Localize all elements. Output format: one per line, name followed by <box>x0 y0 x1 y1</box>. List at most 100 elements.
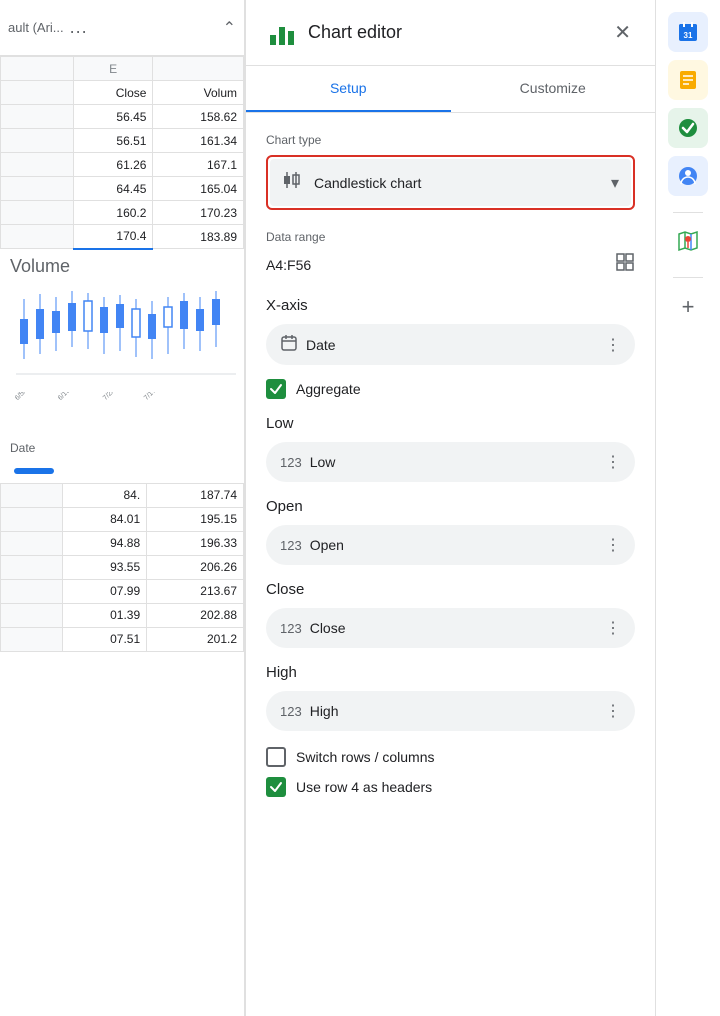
x-axis-field-label: Date <box>306 337 605 353</box>
sheet-title: ault (Ari... <box>8 20 64 35</box>
spreadsheet-table: E Close Volum 56.45 158.62 56.51 161.34 <box>0 56 244 250</box>
editor-content: Chart type Candlestick chart ▾ Data rang… <box>246 113 655 823</box>
low-prefix-icon: 123 <box>280 455 302 470</box>
low-more-icon[interactable]: ⋮ <box>605 452 621 472</box>
bottom-table: 84. 187.74 84.01 195.15 94.88 196.33 93.… <box>0 483 244 652</box>
cell-b5: 07.99 <box>63 579 147 603</box>
row-number <box>1 129 74 153</box>
tab-setup[interactable]: Setup <box>246 66 451 112</box>
cell-c7: 201.2 <box>147 627 244 651</box>
use-row4-row[interactable]: Use row 4 as headers <box>266 777 635 797</box>
use-row4-label: Use row 4 as headers <box>296 779 432 795</box>
header-close: Close <box>73 81 153 105</box>
chart-type-value: Candlestick chart <box>314 175 611 191</box>
table-row: 56.51 161.34 <box>1 129 244 153</box>
table-row: 84. 187.74 <box>1 483 244 507</box>
date-row: Date <box>6 437 238 459</box>
cell-close-2: 56.51 <box>73 129 153 153</box>
high-more-icon[interactable]: ⋮ <box>605 701 621 721</box>
cell-c5: 213.67 <box>147 579 244 603</box>
high-prefix-icon: 123 <box>280 704 302 719</box>
row-number <box>1 483 63 507</box>
low-field-row: 123 Low ⋮ <box>266 442 635 482</box>
row-number <box>1 603 63 627</box>
cell-vol-2: 161.34 <box>153 129 244 153</box>
more-options-icon[interactable]: ... <box>70 17 88 38</box>
open-header: Open <box>266 498 635 515</box>
table-row: Close Volum <box>1 81 244 105</box>
close-prefix-icon: 123 <box>280 621 302 636</box>
row-number <box>1 177 74 201</box>
table-row: 170.4 183.89 <box>1 225 244 249</box>
chart-type-selector[interactable]: Candlestick chart ▾ <box>266 155 635 210</box>
open-more-icon[interactable]: ⋮ <box>605 535 621 555</box>
cell-vol-4: 165.04 <box>153 177 244 201</box>
table-row: 61.26 167.1 <box>1 153 244 177</box>
chart-type-dropdown[interactable]: Candlestick chart ▾ <box>270 159 631 206</box>
cell-b3: 94.88 <box>63 531 147 555</box>
table-row: 01.39 202.88 <box>1 603 244 627</box>
sidebar-contacts-icon[interactable] <box>668 156 708 196</box>
cell-vol-5: 170.23 <box>153 201 244 225</box>
sidebar-tasks-icon[interactable] <box>668 108 708 148</box>
chart-container: Volume <box>0 250 244 483</box>
aggregate-label: Aggregate <box>296 381 361 397</box>
data-range-row: A4:F56 <box>266 252 635 277</box>
use-row4-checkbox[interactable] <box>266 777 286 797</box>
x-axis-more-icon[interactable]: ⋮ <box>605 335 621 355</box>
switch-rows-checkbox[interactable] <box>266 747 286 767</box>
data-range-label: Data range <box>266 230 635 244</box>
svg-text:31: 31 <box>684 31 693 40</box>
scroll-indicator[interactable] <box>14 468 54 474</box>
cell-vol-1: 158.62 <box>153 105 244 129</box>
row-number <box>1 225 74 249</box>
tab-customize[interactable]: Customize <box>451 66 656 112</box>
switch-rows-row[interactable]: Switch rows / columns <box>266 747 635 767</box>
close-field-label: Close <box>310 620 605 636</box>
high-header: High <box>266 664 635 681</box>
low-field-label: Low <box>310 454 605 470</box>
close-more-icon[interactable]: ⋮ <box>605 618 621 638</box>
aggregate-row[interactable]: Aggregate <box>266 379 635 399</box>
table-row: 56.45 158.62 <box>1 105 244 129</box>
close-button[interactable]: ✕ <box>610 16 635 49</box>
cell-b2: 84.01 <box>63 507 147 531</box>
row-number <box>1 627 63 651</box>
add-icon[interactable]: + <box>682 294 695 320</box>
row-number <box>1 531 63 555</box>
top-bar: ault (Ari... ... ⌃ <box>0 0 244 56</box>
header-volume: Volum <box>153 81 244 105</box>
open-prefix-icon: 123 <box>280 538 302 553</box>
grid-icon[interactable] <box>615 252 635 277</box>
sidebar-divider-2 <box>673 277 703 278</box>
cell-vol-3: 167.1 <box>153 153 244 177</box>
cell-c6: 202.88 <box>147 603 244 627</box>
sidebar-calendar-icon[interactable]: 31 <box>668 12 708 52</box>
row-number <box>1 507 63 531</box>
cell-b4: 93.55 <box>63 555 147 579</box>
cell-vol-6: 183.89 <box>153 225 244 249</box>
cell-c3: 196.33 <box>147 531 244 555</box>
editor-title-text: Chart editor <box>308 22 610 43</box>
dropdown-arrow-icon: ▾ <box>611 173 619 193</box>
data-range-value: A4:F56 <box>266 257 615 273</box>
x-axis-header: X-axis <box>266 297 635 314</box>
high-field-row: 123 High ⋮ <box>266 691 635 731</box>
cell-b1: 84. <box>63 483 147 507</box>
row-number <box>1 555 63 579</box>
high-field-label: High <box>310 703 605 719</box>
chart-editor-panel: Chart editor ✕ Setup Customize Chart typ… <box>245 0 655 1016</box>
table-row: 64.45 165.04 <box>1 177 244 201</box>
aggregate-checkbox[interactable] <box>266 379 286 399</box>
chart-type-label: Chart type <box>266 133 635 147</box>
table-row: 07.51 201.2 <box>1 627 244 651</box>
row-number <box>1 105 74 129</box>
open-field-row: 123 Open ⋮ <box>266 525 635 565</box>
cell-c1: 187.74 <box>147 483 244 507</box>
cell-b6: 01.39 <box>63 603 147 627</box>
cell-close-1: 56.45 <box>73 105 153 129</box>
collapse-icon[interactable]: ⌃ <box>223 18 236 38</box>
row-header <box>1 57 74 81</box>
sidebar-notes-icon[interactable] <box>668 60 708 100</box>
sidebar-maps-icon[interactable] <box>668 221 708 261</box>
